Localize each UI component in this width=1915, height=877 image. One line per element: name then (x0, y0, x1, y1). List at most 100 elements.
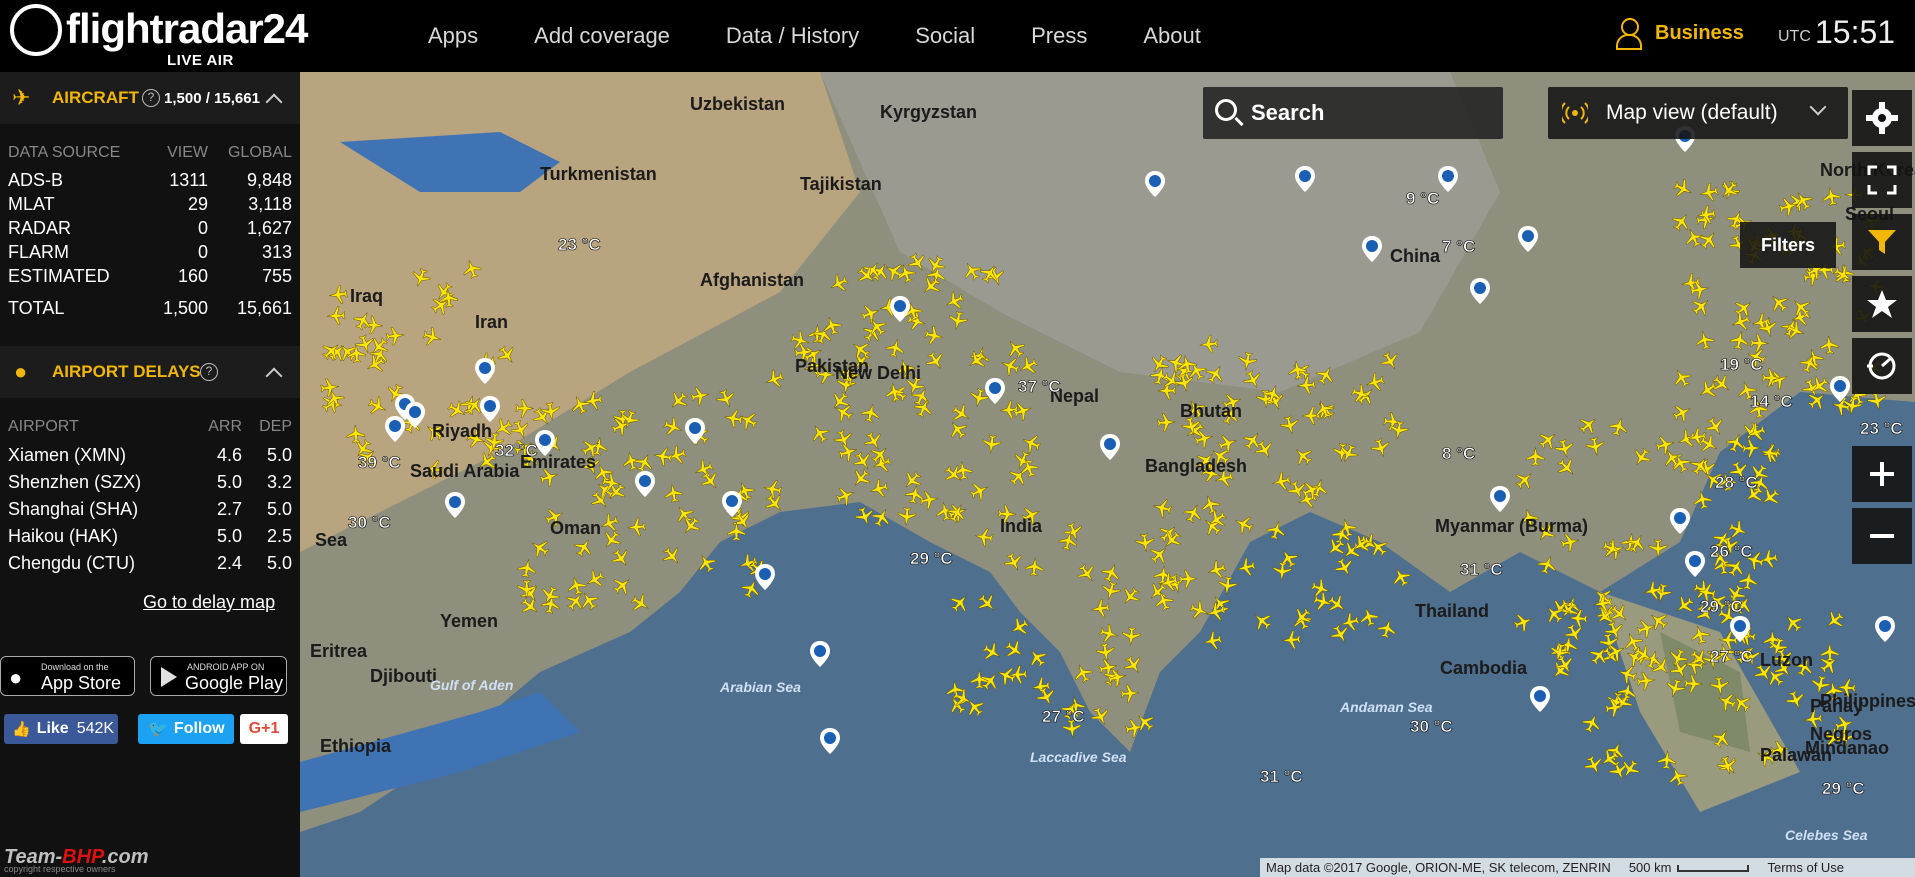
delay-map-link[interactable]: Go to delay map (143, 592, 275, 613)
place-label: Iran (475, 312, 508, 332)
nav-about[interactable]: About (1143, 23, 1201, 49)
filters-label[interactable]: Filters (1740, 222, 1836, 268)
app-store-button[interactable]: ● Download on the App Store (0, 656, 135, 696)
place-label: Celebes Sea (1785, 827, 1868, 843)
nav-social[interactable]: Social (915, 23, 975, 49)
col-dep: DEP (259, 418, 292, 435)
terms-of-use-link[interactable]: Terms of Use (1767, 860, 1844, 875)
business-account-button[interactable]: Business (1615, 18, 1744, 50)
nav-data-history[interactable]: Data / History (726, 23, 859, 49)
place-label: Tajikistan (800, 174, 882, 194)
help-icon[interactable]: ? (142, 89, 160, 107)
playback-button[interactable] (1852, 338, 1912, 394)
filter-button[interactable] (1852, 214, 1912, 270)
collapse-icon[interactable] (265, 93, 283, 111)
collapse-icon[interactable] (265, 367, 283, 385)
history-icon (1867, 352, 1896, 380)
temperature-label: 27 °C (1710, 647, 1753, 666)
table-header: DATA SOURCE VIEW GLOBAL (8, 138, 292, 168)
delays-table: AIRPORT ARR DEP Xiamen (XMN) 4.6 5.0 She… (8, 412, 292, 577)
place-label: Arabian Sea (719, 679, 801, 695)
place-label: Yemen (440, 611, 498, 631)
temperature-label: 9 °C (1406, 189, 1439, 208)
flightradar24-logo[interactable]: flightradar24 LIVE AIR TRAFFIC (10, 4, 308, 86)
store-name: Google Play (185, 673, 284, 693)
delays-section-header[interactable]: ● AIRPORT DELAYS ? (0, 346, 300, 398)
like-label: Like (36, 720, 69, 737)
google-plus-button[interactable]: G+1 (240, 714, 288, 744)
global-count: 313 (261, 241, 292, 262)
map-data-credit: Map data ©2017 Google, ORION-ME, SK tele… (1266, 860, 1611, 875)
fullscreen-button[interactable] (1852, 152, 1912, 208)
nav-add-coverage[interactable]: Add coverage (534, 23, 670, 49)
google-play-button[interactable]: ANDROID APP ON Google Play (150, 656, 287, 696)
airport-name: Chengdu (CTU) (8, 553, 136, 573)
star-icon (1867, 290, 1897, 318)
table-row[interactable]: Haikou (HAK) 5.0 2.5 (8, 523, 292, 550)
location-pin-icon: ● (14, 359, 28, 384)
place-label: Negros (1810, 724, 1872, 744)
dep-index: 2.5 (266, 526, 292, 546)
temperature-label: 27 °C (1042, 707, 1085, 726)
search-box[interactable]: Search (1203, 87, 1503, 139)
settings-button[interactable] (1852, 90, 1912, 146)
place-label: Bangladesh (1145, 456, 1247, 476)
aircraft-counts: 1,500 / 15,661 (164, 90, 260, 107)
view-count: 29 (187, 193, 208, 214)
airport-name: Shenzhen (SZX) (8, 472, 142, 492)
zoom-out-button[interactable] (1852, 508, 1912, 564)
place-label: Kyrgyzstan (880, 102, 977, 122)
search-label: Search (1251, 100, 1325, 125)
map-view-dropdown[interactable]: Map view (default) (1548, 87, 1848, 139)
dep-index: 5.0 (266, 499, 292, 519)
google-play-icon (161, 667, 177, 687)
sidebar: ✈ AIRCRAFT ? 1,500 / 15,661 DATA SOURCE … (0, 72, 300, 877)
help-icon[interactable]: ? (200, 363, 218, 381)
table-row[interactable]: Shanghai (SHA) 2.7 5.0 (8, 496, 292, 523)
gear-icon (1866, 102, 1898, 134)
temperature-label: 23 °C (558, 235, 601, 254)
broadcast-icon (1562, 102, 1588, 124)
table-row: ESTIMATED 160 755 (8, 264, 292, 288)
utc-label: UTC (1778, 28, 1811, 45)
search-icon (1215, 99, 1237, 121)
place-label: Djibouti (370, 666, 437, 686)
table-row: FLARM 0 313 (8, 240, 292, 264)
flight-map[interactable]: Uzbekistan Kyrgyzstan Turkmenistan Tajikist… (300, 72, 1915, 877)
twitter-follow-button[interactable]: 🐦 Follow (138, 714, 234, 744)
map-canvas: Uzbekistan Kyrgyzstan Turkmenistan Tajikist… (300, 72, 1915, 877)
favorites-button[interactable] (1852, 276, 1912, 332)
table-row: MLAT 29 3,118 (8, 192, 292, 216)
place-label: Luzon (1760, 650, 1813, 670)
scale-bar (1677, 865, 1750, 873)
map-attribution-bar: Map data ©2017 Google, ORION-ME, SK tele… (1260, 858, 1915, 877)
global-count: 3,118 (248, 193, 292, 214)
temperature-label: 7 °C (1442, 237, 1475, 256)
nav-apps[interactable]: Apps (428, 23, 478, 49)
aircraft-table: DATA SOURCE VIEW GLOBAL ADS-B 1311 9,848… (8, 138, 292, 322)
arr-index: 5.0 (216, 526, 242, 546)
temperature-label: 14 °C (1750, 392, 1793, 411)
table-row[interactable]: Xiamen (XMN) 4.6 5.0 (8, 442, 292, 469)
nav-press[interactable]: Press (1031, 23, 1087, 49)
dep-index: 3.2 (266, 472, 292, 492)
minus-icon (1870, 534, 1894, 538)
watermark-caption: copyright respective owners (4, 864, 116, 874)
temperature-label: 8 °C (1442, 444, 1475, 463)
place-label: Gulf of Aden (430, 677, 513, 693)
source-name: ADS-B (8, 169, 64, 190)
store-caption: ANDROID APP ON (187, 662, 265, 672)
view-count: 1311 (169, 169, 208, 190)
place-label: Saudi Arabia (410, 461, 520, 481)
table-row[interactable]: Shenzhen (SZX) 5.0 3.2 (8, 469, 292, 496)
temperature-label: 23 °C (1860, 419, 1903, 438)
aircraft-section-header[interactable]: ✈ AIRCRAFT ? 1,500 / 15,661 (0, 72, 300, 124)
zoom-in-button[interactable] (1852, 446, 1912, 502)
twitter-bird-icon: 🐦 (148, 721, 168, 738)
table-row[interactable]: Chengdu (CTU) 2.4 5.0 (8, 550, 292, 577)
store-name: App Store (41, 673, 122, 693)
view-count: 0 (197, 217, 208, 238)
source-name: MLAT (8, 193, 55, 214)
airport-name: Shanghai (SHA) (8, 499, 139, 519)
facebook-like-button[interactable]: 👍 Like 542K (4, 714, 118, 744)
